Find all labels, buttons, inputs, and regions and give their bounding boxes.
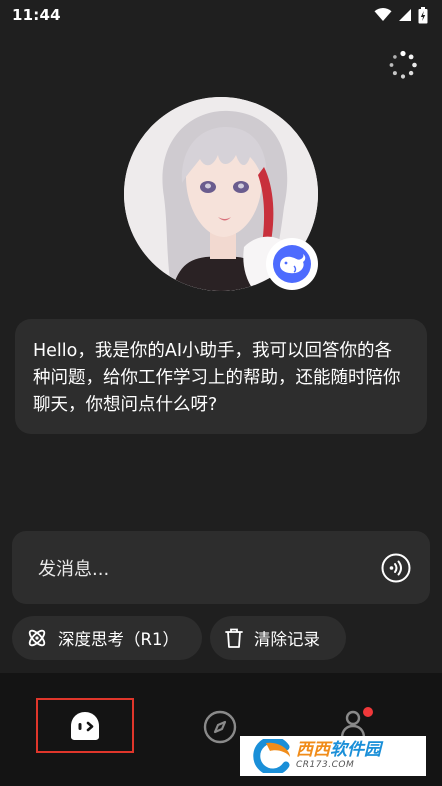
assistant-avatar-container — [124, 97, 318, 291]
spinner-icon[interactable] — [388, 50, 418, 80]
clear-history-button[interactable]: 清除记录 — [210, 616, 346, 660]
assistant-greeting-message: Hello，我是你的AI小助手，我可以回答你的各种问题，给你工作学习上的帮助，还… — [15, 319, 427, 434]
home-ghost-icon — [71, 711, 99, 740]
battery-charging-icon — [418, 6, 428, 23]
tab-home[interactable] — [36, 698, 134, 753]
signal-icon — [399, 9, 411, 21]
greeting-text: Hello，我是你的AI小助手，我可以回答你的各种问题，给你工作学习上的帮助，还… — [33, 341, 401, 415]
watermark-logo-icon — [253, 739, 290, 773]
compass-icon[interactable] — [203, 710, 237, 744]
notification-dot — [363, 707, 373, 717]
voice-wave-icon[interactable] — [381, 553, 411, 583]
watermark: 西西软件园 CR173.COM — [240, 736, 426, 776]
watermark-text: 西西软件园 CR173.COM — [296, 742, 381, 770]
watermark-url: CR173.COM — [296, 760, 355, 770]
atom-icon — [28, 629, 46, 647]
trash-icon — [225, 628, 243, 648]
watermark-name: 西西软件园 — [296, 740, 381, 760]
deepseek-badge — [268, 240, 316, 288]
deep-think-label: 深度思考（R1） — [58, 630, 179, 649]
clear-history-label: 清除记录 — [254, 630, 320, 649]
wifi-icon — [374, 8, 392, 21]
status-bar: 11:44 — [0, 0, 442, 30]
status-time: 11:44 — [12, 6, 61, 24]
deep-think-button[interactable]: 深度思考（R1） — [12, 616, 202, 660]
status-icons — [374, 6, 428, 24]
message-input-placeholder: 发消息... — [38, 558, 110, 580]
message-input[interactable]: 发消息... — [12, 531, 430, 604]
deepseek-whale-icon — [273, 245, 311, 283]
